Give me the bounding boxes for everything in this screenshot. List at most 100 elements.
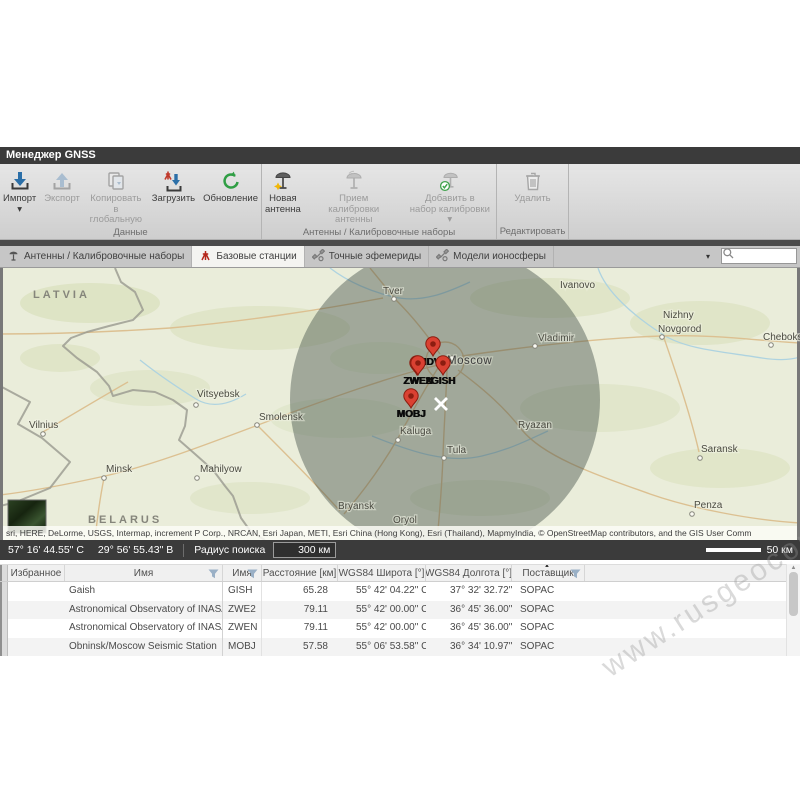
search-radius-label: Радиус поиска: [194, 544, 265, 556]
map-label-city: Saransk: [701, 444, 739, 455]
scrollbar-up-arrow[interactable]: ▲: [787, 564, 800, 572]
new-antenna-icon: [271, 167, 295, 194]
ribbon-button-new-antenna[interactable]: Новаяантенна: [262, 166, 304, 216]
cell-filler: [585, 619, 800, 638]
row-selector[interactable]: [0, 638, 8, 657]
cell-lat: 55° 06' 53.58" С: [338, 638, 426, 657]
table-row[interactable]: Astronomical Observatory of INASANZWEN79…: [0, 619, 800, 638]
table-row[interactable]: Obninsk/Moscow Seismic StationMOBJ57.585…: [0, 638, 800, 657]
map-left-edge: [0, 268, 3, 540]
cell-filler: [585, 601, 800, 620]
scrollbar-thumb[interactable]: [789, 572, 798, 616]
ribbon-button-label: Импорт▾: [3, 194, 36, 215]
terrain-patch: [90, 370, 210, 406]
refresh-icon: [219, 167, 243, 194]
search-radius-input[interactable]: 300 км: [273, 542, 336, 558]
map-view[interactable]: LATVIABELARUSTverIvanovoNizhnyNovgorodVl…: [0, 268, 800, 540]
cell-provider: SOPAC: [512, 601, 585, 620]
station-code-label: GISH: [431, 376, 455, 387]
sort-ascending-indicator: ▲: [544, 565, 550, 569]
ribbon-group-data: Импорт▾ЭкспортКопироватьв глобальнуюЗагр…: [0, 164, 262, 239]
row-selector[interactable]: [0, 619, 8, 638]
search-box[interactable]: [721, 248, 797, 264]
filter-funnel-icon[interactable]: [570, 569, 581, 581]
tab-tripod-icon: [199, 249, 212, 265]
tab-antennas-calibration-sets[interactable]: Антенны / Калибровочные наборы: [0, 246, 192, 267]
column-header-4[interactable]: WGS84 Широта [°]: [338, 565, 426, 581]
search-input[interactable]: [735, 249, 795, 263]
cursor-latitude: 57° 16' 44.55" С: [8, 544, 84, 556]
ribbon-button-import[interactable]: Импорт▾: [0, 166, 39, 216]
table-row[interactable]: GaishGISH65.2855° 42' 04.22" С37° 32' 32…: [0, 582, 800, 601]
tab-label: Точные эфемериды: [329, 251, 421, 262]
cell-lat: 55° 42' 00.00" С: [338, 601, 426, 620]
ribbon-button-label: Новаяантенна: [265, 194, 301, 215]
tab-antenna-icon: [7, 249, 20, 265]
cursor-longitude: 29° 56' 55.43" В: [98, 544, 173, 556]
ribbon-button-label: Копироватьв глобальную: [88, 194, 144, 226]
ribbon-button-refresh[interactable]: Обновление: [200, 166, 261, 206]
map-label-city: Oryol: [393, 515, 417, 526]
row-selector[interactable]: [0, 601, 8, 620]
tab-base-stations[interactable]: Базовые станции: [192, 246, 304, 267]
import-icon: [8, 167, 32, 194]
station-code-label: MOBJ: [397, 409, 426, 420]
cell-distance: 65.28: [262, 582, 338, 601]
map-label-city: Kaluga: [400, 426, 432, 437]
cell-lon: 37° 32' 32.72" В: [426, 582, 512, 601]
map-label-city: Mahilyow: [200, 464, 242, 475]
tab-precise-ephemeris[interactable]: Точные эфемериды: [305, 246, 429, 267]
map-label-city: Bryansk: [338, 501, 375, 512]
map-status-bar: 57° 16' 44.55" С 29° 56' 55.43" В Радиус…: [0, 540, 800, 560]
column-header-5[interactable]: WGS84 Долгота [°]: [426, 565, 512, 581]
map-attribution: sri, HERE, DeLorme, USGS, Intermap, incr…: [3, 526, 797, 540]
terrain-patch: [190, 482, 310, 514]
column-header-2[interactable]: Имя: [223, 565, 262, 581]
tab-overflow-caret[interactable]: ▾: [706, 252, 710, 261]
search-radius-circle: [290, 268, 600, 540]
cell-lon: 36° 45' 36.00" В: [426, 619, 512, 638]
search-icon: [722, 247, 735, 265]
map-canvas[interactable]: LATVIABELARUSTverIvanovoNizhnyNovgorodVl…: [0, 268, 800, 540]
ribbon-button-add-to-calibration-set[interactable]: Добавить внабор калибровки ▾: [404, 166, 496, 227]
ribbon-button-delete[interactable]: Удалить: [511, 166, 553, 206]
map-label-city: Ivanovo: [560, 280, 595, 291]
row-selector-header: [0, 565, 8, 581]
ribbon-button-load[interactable]: Загрузить: [149, 166, 198, 206]
ribbon-button-copy-to-global[interactable]: Копироватьв глобальную: [85, 166, 147, 227]
map-label-city: Vitsyebsk: [197, 389, 241, 400]
column-header-0[interactable]: Избранное: [8, 565, 65, 581]
map-label-city: Moscow: [447, 355, 492, 367]
ribbon-button-label: Добавить внабор калибровки ▾: [407, 194, 493, 226]
ribbon-button-antenna-calibration-receive[interactable]: Приемкалибровки антенны: [306, 166, 402, 227]
map-label-city: Tver: [383, 286, 404, 297]
cell-favorite: [8, 601, 65, 620]
map-label-city: Vilnius: [29, 420, 58, 431]
city-dot: [442, 456, 447, 461]
cell-favorite: [8, 619, 65, 638]
filter-funnel-icon[interactable]: [247, 569, 258, 581]
map-label-city: Tula: [447, 445, 467, 456]
ribbon-group-buttons: Удалить: [497, 164, 568, 226]
row-selector[interactable]: [0, 582, 8, 601]
column-header-3[interactable]: Расстояние [км]: [262, 565, 338, 581]
column-header-label: Расстояние [км]: [263, 568, 337, 579]
table-row[interactable]: Astronomical Observatory of INASANZWE279…: [0, 601, 800, 620]
column-header-1[interactable]: Имя: [65, 565, 223, 581]
cell-distance: 57.58: [262, 638, 338, 657]
cell-code: MOBJ: [223, 638, 262, 657]
map-label-country: BELARUS: [88, 514, 162, 526]
column-header-label: WGS84 Долгота [°]: [426, 568, 512, 579]
tab-ionosphere-models[interactable]: Модели ионосферы: [429, 246, 554, 267]
cell-code: ZWEN: [223, 619, 262, 638]
ribbon-button-label: Обновление: [203, 194, 258, 205]
column-header-label: WGS84 Широта [°]: [339, 568, 425, 579]
column-header-6[interactable]: Поставщик▲: [512, 565, 585, 581]
ribbon-button-export[interactable]: Экспорт: [41, 166, 83, 206]
ribbon-group-buttons: НоваяантеннаПриемкалибровки антенныДобав…: [262, 164, 496, 227]
city-dot: [769, 343, 774, 348]
table-scrollbar[interactable]: ▲: [786, 564, 800, 656]
filter-funnel-icon[interactable]: [208, 569, 219, 581]
tab-satellite-icon: [436, 249, 449, 265]
map-label-city: Cheboksary: [763, 332, 800, 343]
